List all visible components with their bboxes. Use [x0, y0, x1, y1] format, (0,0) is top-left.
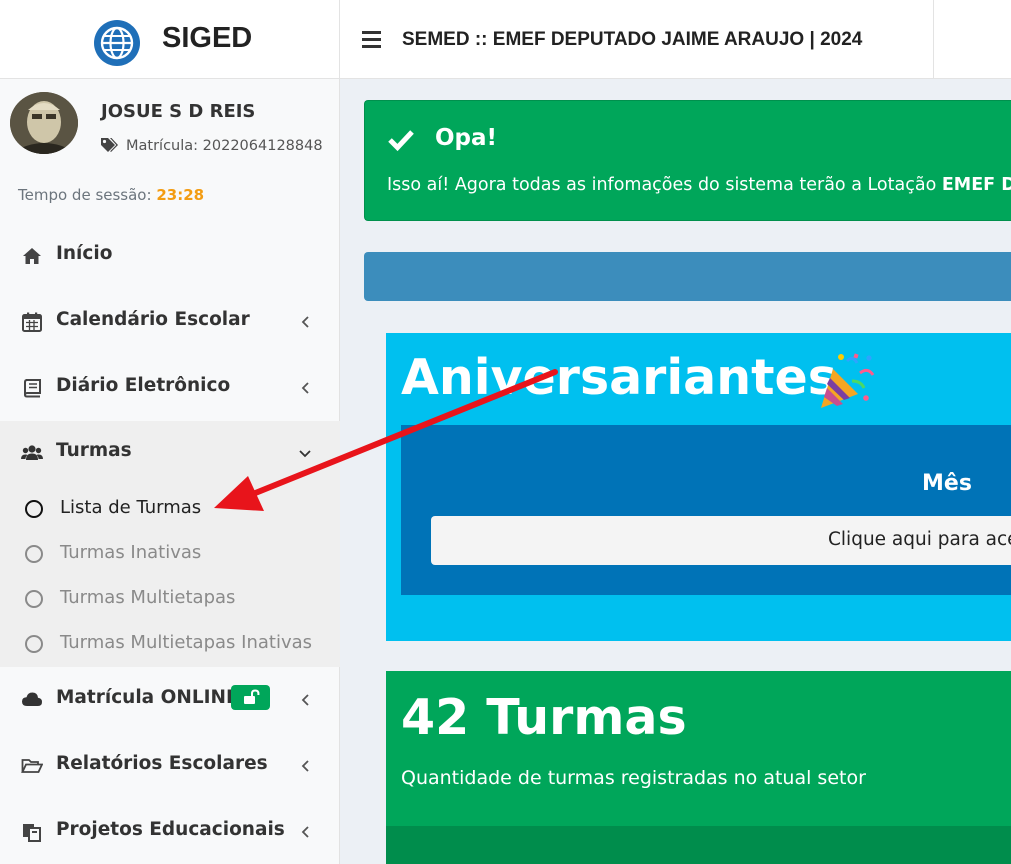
submenu-item-lista-de-turmas[interactable]: Lista de Turmas [0, 487, 340, 532]
circle-icon [25, 500, 43, 518]
sidebar: JOSUE S D REIS Matrícula: 2022064128848 … [0, 79, 340, 864]
chevron-left-icon[interactable] [298, 824, 312, 840]
access-month-button[interactable]: Clique aqui para acessar [431, 516, 1011, 565]
turmas-card-footer[interactable] [386, 826, 1011, 864]
menu-toggle-icon[interactable] [362, 31, 381, 48]
party-popper-icon [816, 351, 876, 411]
submenu-item-label: Turmas Multietapas Inativas [60, 632, 312, 653]
sidebar-item-calendario-escolar[interactable]: Calendário Escolar [0, 290, 340, 354]
user-matricula: Matrícula: 2022064128848 [126, 138, 323, 154]
sidebar-item-label: Relatórios Escolares [56, 753, 268, 774]
users-icon [21, 443, 43, 463]
sidebar-item-turmas[interactable]: Turmas [0, 421, 340, 485]
copy-icon [21, 822, 43, 842]
sidebar-item-label: Diário Eletrônico [56, 375, 231, 396]
calendar-icon [21, 312, 43, 332]
birthdays-card: Aniversariantes Mês Clique aqui para ace… [386, 333, 1011, 641]
circle-icon [25, 545, 43, 563]
folder-open-icon [21, 756, 44, 776]
sidebar-item-label: Turmas [56, 440, 132, 461]
navbar-divider [933, 0, 934, 79]
submenu-item-label: Turmas Inativas [60, 542, 202, 563]
unlock-icon [231, 685, 270, 710]
submenu-item-turmas-multietapas-inativas[interactable]: Turmas Multietapas Inativas [0, 622, 340, 667]
page-title: SEMED :: EMEF DEPUTADO JAIME ARAUJO | 20… [402, 29, 863, 50]
circle-icon [25, 590, 43, 608]
logo-area[interactable]: SIGED [0, 0, 340, 79]
submenu-item-turmas-inativas[interactable]: Turmas Inativas [0, 532, 340, 577]
turmas-menu-expanded: Turmas Lista de Turmas Turmas Inativas T… [0, 421, 340, 667]
turmas-description: Quantidade de turmas registradas no atua… [401, 767, 866, 789]
logo-text: SIGED [162, 22, 253, 54]
avatar[interactable] [10, 92, 78, 154]
sidebar-item-matricula-online[interactable]: Matrícula ONLINE [0, 668, 340, 732]
session-timer: Tempo de sessão: 23:28 [18, 186, 204, 204]
check-icon [387, 128, 415, 152]
chevron-down-icon[interactable] [298, 445, 312, 461]
sidebar-item-projetos-educacionais[interactable]: Projetos Educacionais [0, 800, 340, 864]
sidebar-item-inicio[interactable]: Início [0, 224, 340, 288]
circle-icon [25, 635, 43, 653]
chevron-left-icon[interactable] [298, 380, 312, 396]
sidebar-item-label: Projetos Educacionais [56, 819, 285, 840]
chevron-left-icon[interactable] [298, 692, 312, 708]
turmas-count-card: 42 Turmas Quantidade de turmas registrad… [386, 671, 1011, 864]
sidebar-item-label: Calendário Escolar [56, 309, 250, 330]
month-label: Mês [922, 471, 972, 496]
book-icon [21, 378, 43, 398]
alert-text-bold: EMEF DEPUTADO JAIME ARAUJO [941, 175, 1011, 195]
home-icon [21, 246, 43, 266]
chevron-left-icon[interactable] [298, 314, 312, 330]
alert-title: Opa! [435, 125, 498, 151]
success-alert: Opa! Isso aí! Agora todas as infomações … [364, 100, 1011, 221]
birthdays-title: Aniversariantes [401, 349, 837, 406]
globe-icon [94, 20, 140, 66]
sidebar-item-label: Matrícula ONLINE [56, 687, 239, 708]
submenu-item-turmas-multietapas[interactable]: Turmas Multietapas [0, 577, 340, 622]
top-navbar: SEMED :: EMEF DEPUTADO JAIME ARAUJO | 20… [340, 0, 1011, 79]
info-bar [364, 252, 1011, 301]
submenu-item-label: Lista de Turmas [60, 497, 202, 518]
user-name: JOSUE S D REIS [101, 101, 256, 122]
turmas-count: 42 Turmas [401, 689, 687, 746]
chevron-left-icon[interactable] [298, 758, 312, 774]
month-panel: Mês Clique aqui para acessar [401, 425, 1011, 595]
sidebar-item-diario-eletronico[interactable]: Diário Eletrônico [0, 356, 340, 420]
session-time: 23:28 [156, 186, 205, 204]
session-label: Tempo de sessão: [18, 186, 152, 204]
cloud-icon [21, 690, 43, 710]
access-month-button-label: Clique aqui para acessar [828, 529, 1011, 550]
sidebar-item-label: Início [56, 243, 113, 264]
submenu-item-label: Turmas Multietapas [60, 587, 236, 608]
alert-text: Isso aí! Agora todas as infomações do si… [387, 175, 942, 195]
tags-icon [100, 137, 118, 153]
alert-message: Isso aí! Agora todas as infomações do si… [387, 175, 1011, 195]
sidebar-item-relatorios-escolares[interactable]: Relatórios Escolares [0, 734, 340, 798]
